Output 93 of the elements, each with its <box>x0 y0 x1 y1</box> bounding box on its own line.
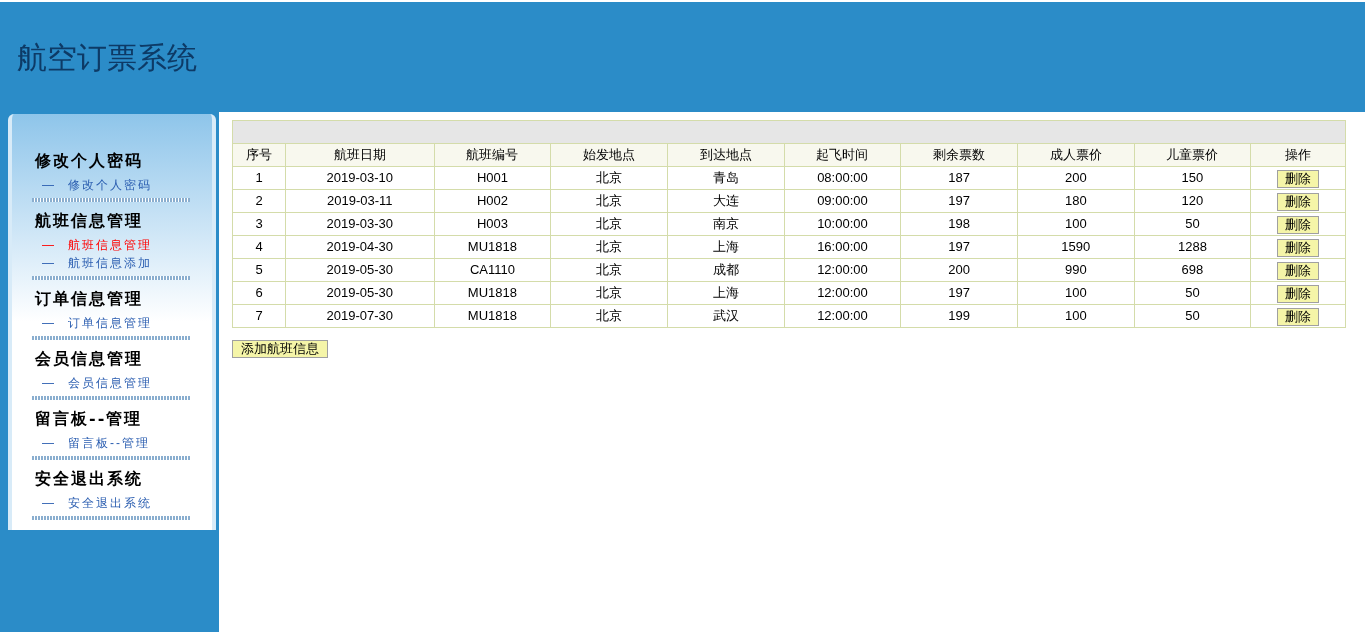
column-header: 儿童票价 <box>1134 143 1251 167</box>
table-cell: H001 <box>434 166 551 190</box>
sidebar-heading: 订单信息管理 <box>33 288 144 310</box>
column-header: 航班日期 <box>285 143 435 167</box>
table-cell: 08:00:00 <box>784 166 901 190</box>
table-cell: 2019-05-30 <box>285 281 435 305</box>
app-title: 航空订票系统 <box>17 39 197 76</box>
sidebar-link[interactable]: — 安全退出系统 <box>32 494 192 512</box>
table-cell: MU1818 <box>434 304 551 328</box>
table-cell: 199 <box>900 304 1018 328</box>
table-cell: 7 <box>232 304 286 328</box>
table-cell: 5 <box>232 258 286 282</box>
delete-button[interactable]: 删除 <box>1277 215 1320 234</box>
delete-button[interactable]: 删除 <box>1277 307 1320 326</box>
table-cell: MU1818 <box>434 281 551 305</box>
table-cell: 成都 <box>667 258 785 282</box>
table-cell: 197 <box>900 281 1018 305</box>
table-cell: 北京 <box>550 304 668 328</box>
sidebar-heading: 航班信息管理 <box>34 210 144 232</box>
sidebar-heading: 修改个人密码 <box>33 150 144 172</box>
delete-button[interactable]: 删除 <box>1277 284 1320 303</box>
table-cell: 12:00:00 <box>784 304 901 328</box>
delete-button[interactable]: 删除 <box>1277 169 1320 188</box>
table-cell: 50 <box>1134 212 1251 236</box>
table-cell: 2019-05-30 <box>285 258 435 282</box>
table-cell: 100 <box>1017 304 1135 328</box>
table-cell: 50 <box>1134 304 1251 328</box>
delete-button[interactable]: 删除 <box>1277 192 1320 211</box>
table-cell: 2019-04-30 <box>285 235 435 259</box>
table-cell: H003 <box>434 212 551 236</box>
table-cell: 武汉 <box>667 304 785 328</box>
sidebar-link[interactable]: — 会员信息管理 <box>32 374 192 392</box>
table-cell: 北京 <box>550 189 668 213</box>
table-cell: 3 <box>232 212 286 236</box>
table-cell: 150 <box>1134 166 1251 190</box>
table-cell: 198 <box>900 212 1018 236</box>
table-cell: 09:00:00 <box>784 189 901 213</box>
delete-button[interactable]: 删除 <box>1277 261 1320 280</box>
sidebar-heading: 安全退出系统 <box>34 468 144 490</box>
table-cell: 2019-07-30 <box>285 304 435 328</box>
table-cell: 100 <box>1017 212 1135 236</box>
table-cell: 120 <box>1134 189 1251 213</box>
column-header: 航班编号 <box>434 143 551 167</box>
table-cell: 北京 <box>550 258 668 282</box>
table-cell: 2 <box>232 189 286 213</box>
table-cell: 197 <box>900 189 1018 213</box>
table-cell: 北京 <box>550 212 668 236</box>
table-cell: 上海 <box>667 281 785 305</box>
sidebar-heading: 会员信息管理 <box>34 348 144 370</box>
table-cell: 青岛 <box>667 166 785 190</box>
table-cell: 4 <box>232 235 286 259</box>
table-cell: 200 <box>1017 166 1135 190</box>
table-cell: 100 <box>1017 281 1135 305</box>
table-cell: 2019-03-10 <box>285 166 435 190</box>
table-cell: 180 <box>1017 189 1135 213</box>
column-header: 起飞时间 <box>784 143 901 167</box>
add-flight-button[interactable]: 添加航班信息 <box>232 340 328 358</box>
sidebar-link[interactable]: — 留言板--管理 <box>32 434 192 452</box>
column-header: 始发地点 <box>550 143 668 167</box>
table-cell: 南京 <box>667 212 785 236</box>
sidebar-link[interactable]: — 订单信息管理 <box>32 314 192 332</box>
column-header: 剩余票数 <box>900 143 1018 167</box>
delete-button[interactable]: 删除 <box>1277 238 1320 257</box>
table-cell: CA1110 <box>434 258 551 282</box>
table-cell: 990 <box>1017 258 1135 282</box>
table-cell: 上海 <box>667 235 785 259</box>
table-cell: 北京 <box>550 166 668 190</box>
table-cell: MU1818 <box>434 235 551 259</box>
column-header: 成人票价 <box>1017 143 1135 167</box>
table-cell: 1288 <box>1134 235 1251 259</box>
table-cell: 10:00:00 <box>784 212 901 236</box>
table-cell: 12:00:00 <box>784 281 901 305</box>
column-header: 到达地点 <box>667 143 785 167</box>
table-cell: 北京 <box>550 235 668 259</box>
table-cell: 200 <box>900 258 1018 282</box>
table-cell: 大连 <box>667 189 785 213</box>
table-cell: 1590 <box>1017 235 1135 259</box>
sidebar-link[interactable]: — 修改个人密码 <box>32 176 192 194</box>
table-cell: H002 <box>434 189 551 213</box>
table-cell: 1 <box>232 166 286 190</box>
table-cell: 16:00:00 <box>784 235 901 259</box>
table-cell: 698 <box>1134 258 1251 282</box>
table-cell: 197 <box>900 235 1018 259</box>
column-header: 序号 <box>232 143 286 167</box>
sidebar-heading: 留言板--管理 <box>34 408 144 430</box>
table-cell: 50 <box>1134 281 1251 305</box>
table-cell: 2019-03-11 <box>285 189 435 213</box>
table-cell: 187 <box>900 166 1018 190</box>
table-cell: 12:00:00 <box>784 258 901 282</box>
sidebar-link[interactable]: — 航班信息添加 <box>32 254 192 272</box>
table-cell: 6 <box>232 281 286 305</box>
table-cell: 北京 <box>550 281 668 305</box>
table-cell: 2019-03-30 <box>285 212 435 236</box>
